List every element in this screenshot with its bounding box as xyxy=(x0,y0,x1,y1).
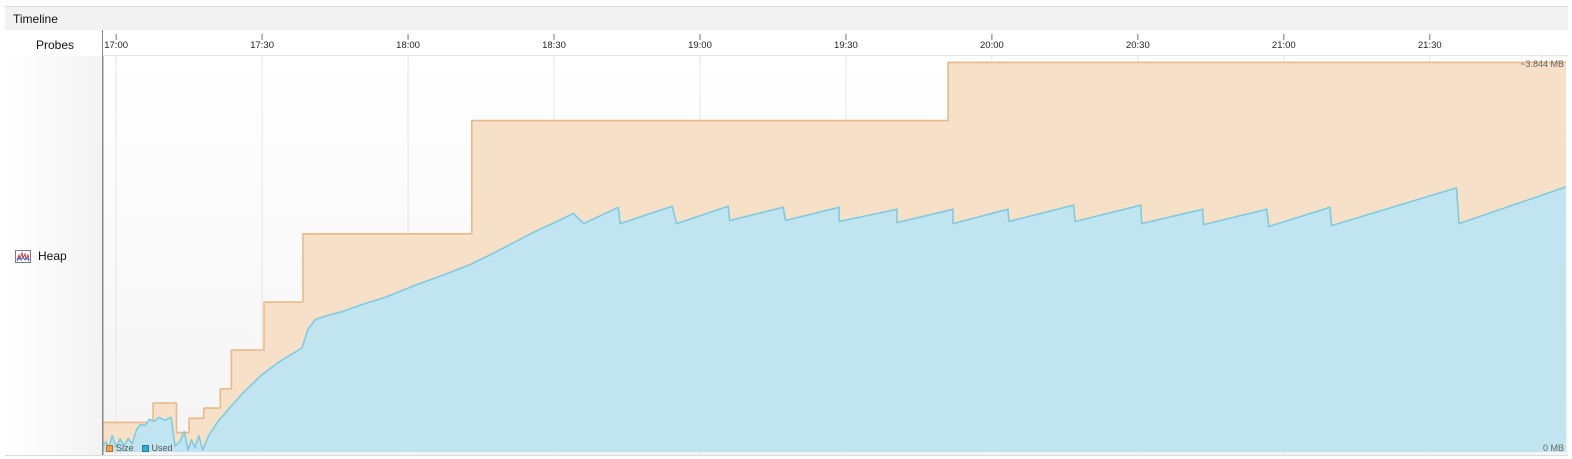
tick-label-2130: 21:30 xyxy=(1418,40,1442,51)
tick-label-2030: 20:30 xyxy=(1126,40,1150,51)
y-min-label: 0 MB xyxy=(1542,443,1564,453)
tick-label-1800: 18:00 xyxy=(396,40,420,51)
tick-label-2000: 20:00 xyxy=(980,40,1004,51)
legend-swatch-used xyxy=(141,444,149,452)
tick-label-2100: 21:00 xyxy=(1272,40,1296,51)
legend-label-used: Used xyxy=(151,443,173,453)
tick-label-1700: 17:00 xyxy=(104,40,128,51)
bottom-border xyxy=(5,455,1568,456)
tick-label-1730: 17:30 xyxy=(250,40,274,51)
y-max-label: ~3.844 MB xyxy=(1520,59,1564,69)
chart-legend: Size Used xyxy=(106,443,181,453)
legend-item-used: Used xyxy=(141,443,173,453)
tick-label-1930: 19:30 xyxy=(834,40,858,51)
tick-label-1900: 19:00 xyxy=(688,40,712,51)
legend-item-size: Size xyxy=(106,443,134,453)
legend-label-size: Size xyxy=(116,443,134,453)
heap-chart: 17:00 17:30 18:00 18:30 19:00 19:30 20:00 20:30… xyxy=(102,34,1568,455)
tick-label-1830: 18:30 xyxy=(542,40,566,51)
legend-swatch-size xyxy=(106,444,113,452)
timeline-window: Timeline Probes Heap 17:00 17:30 18:00 18:3… xyxy=(0,0,1572,459)
